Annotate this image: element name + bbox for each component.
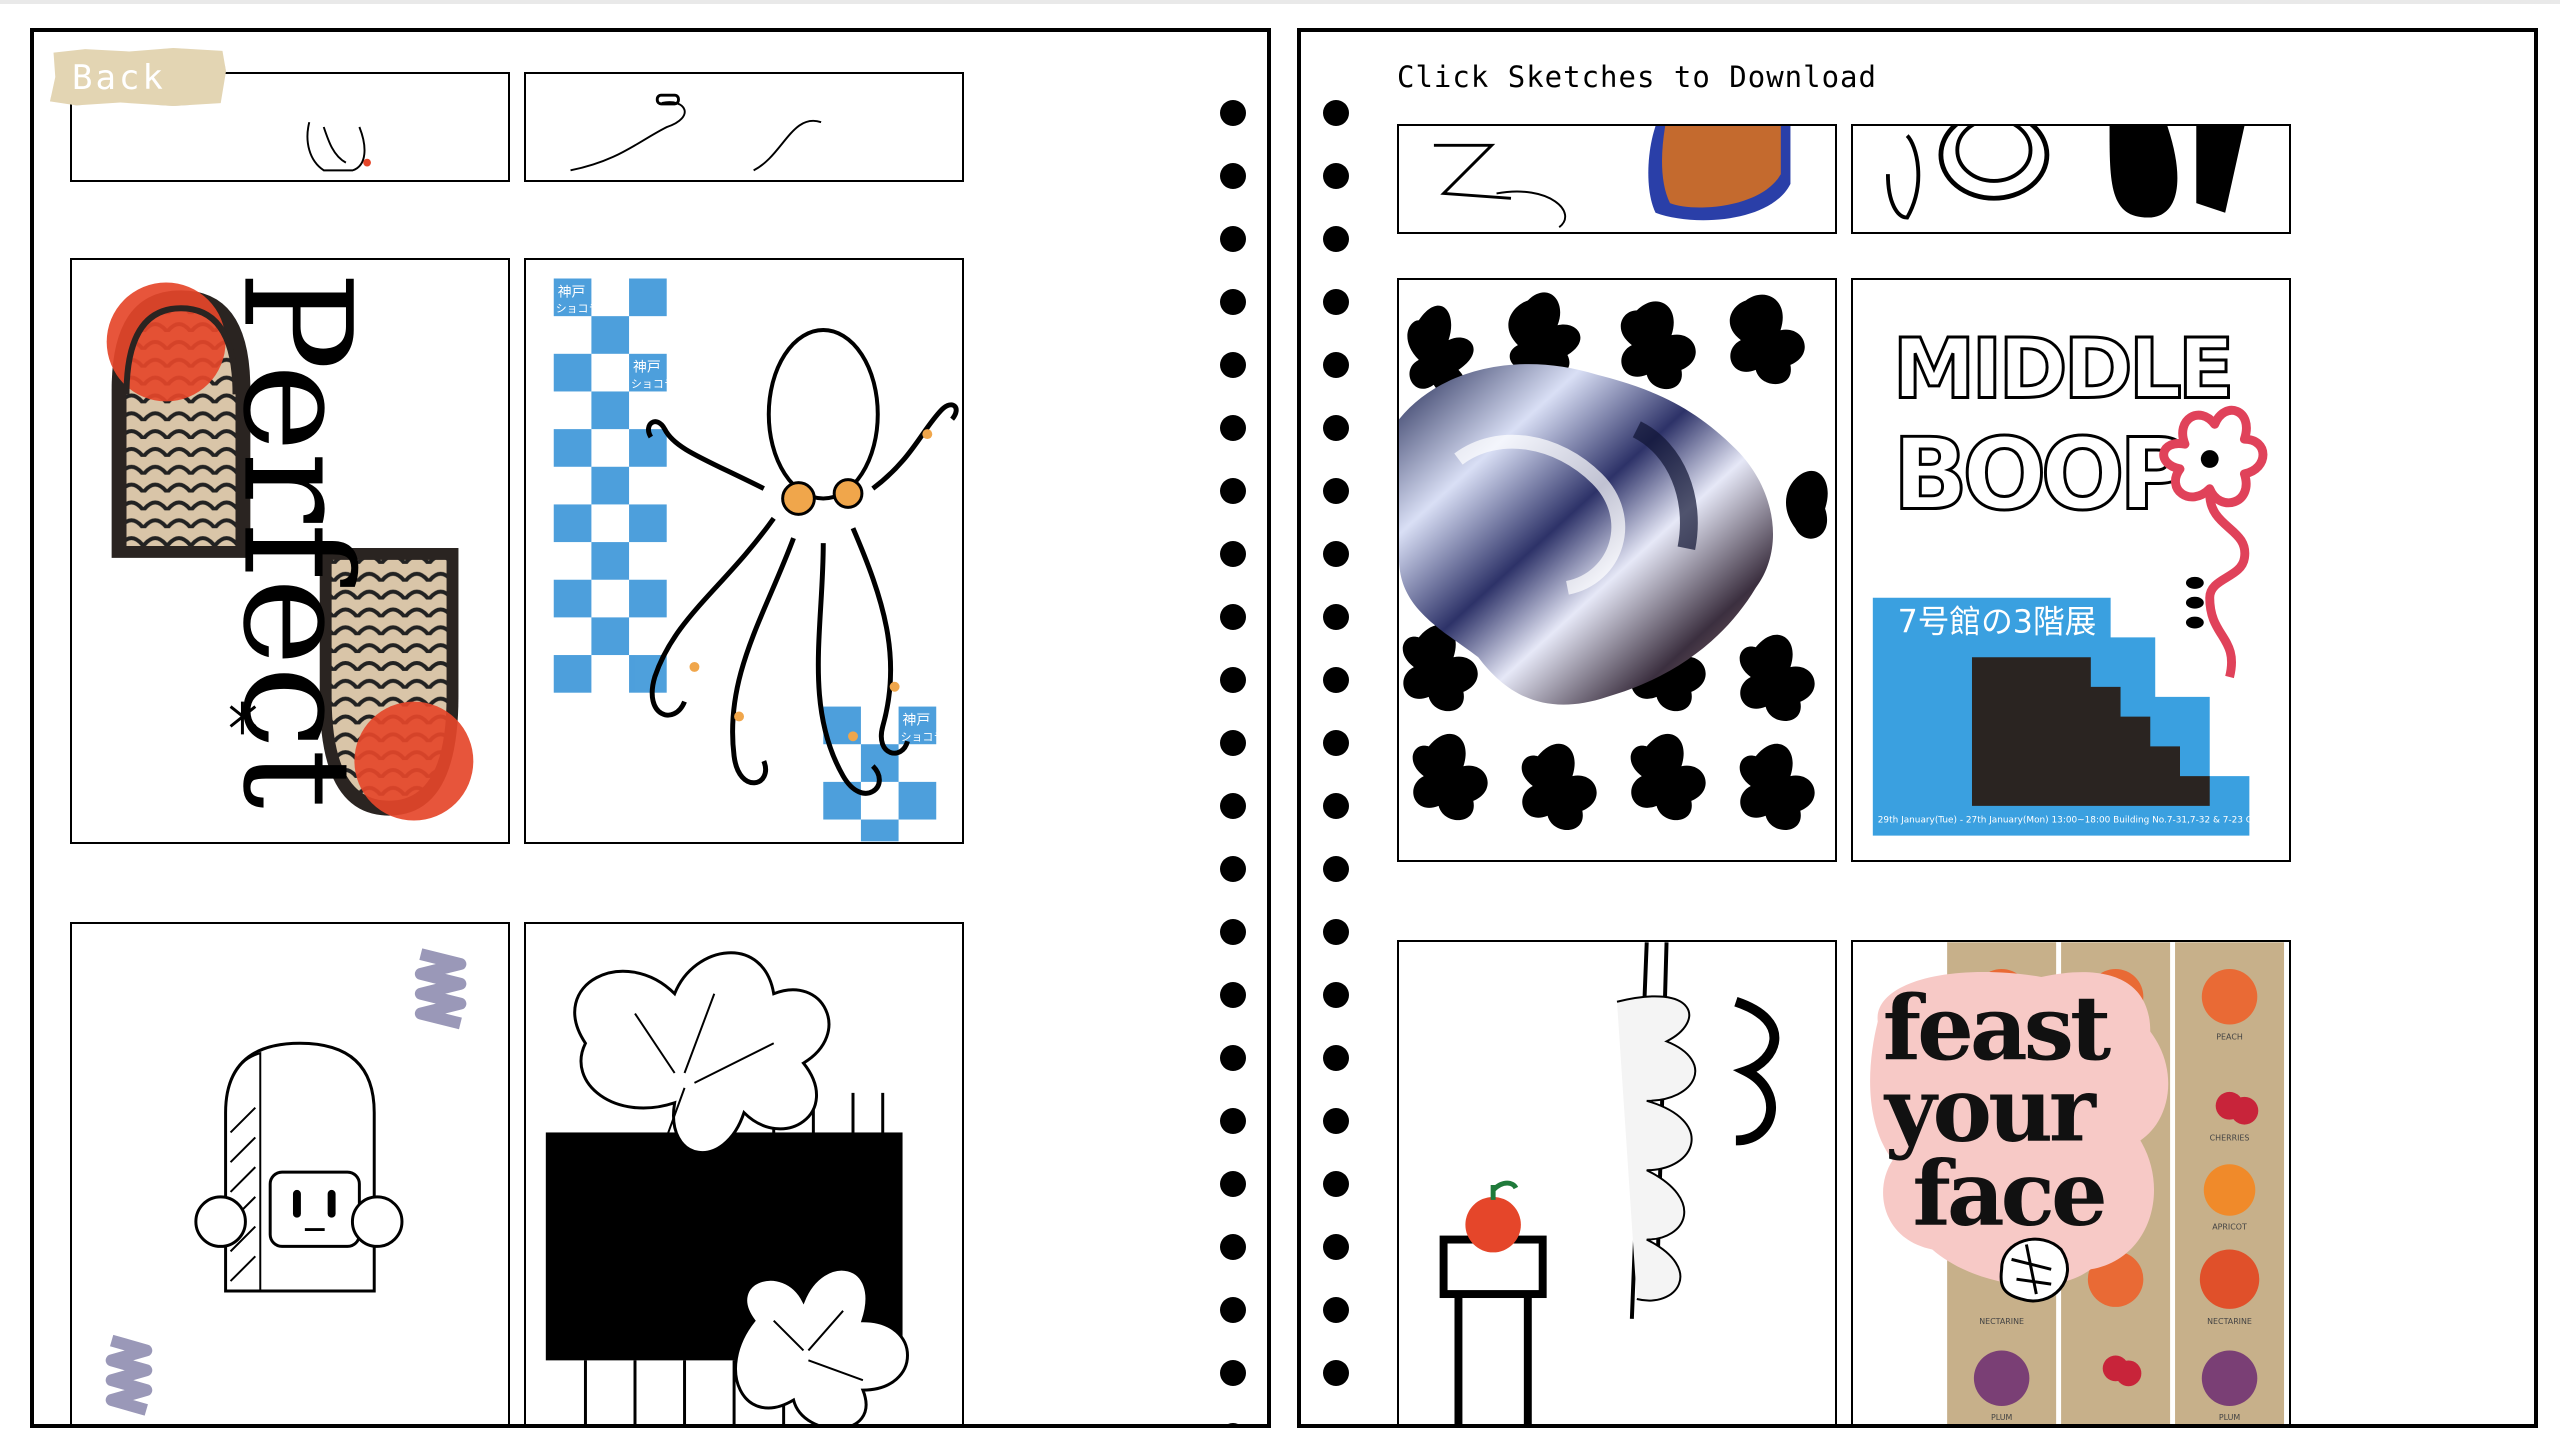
back-button-label: Back xyxy=(72,58,166,98)
svg-text:NECTARINE: NECTARINE xyxy=(2207,1317,2252,1326)
line-sketch-image xyxy=(570,93,822,172)
svg-text:CHERRIES: CHERRIES xyxy=(2210,1133,2250,1142)
sketch-card-helmet[interactable] xyxy=(70,922,510,1424)
binder-holes-left xyxy=(1220,100,1246,1424)
poster-footer-text: 29th January(Tue) - 27th January(Mon) 13… xyxy=(1878,816,2278,826)
sketch-card-liquid-metal[interactable] xyxy=(1397,278,1837,862)
apple-sketch-image xyxy=(1439,942,1780,1424)
top-divider xyxy=(0,0,2560,4)
sketch-card-shapes[interactable] xyxy=(1851,124,2291,234)
download-heading: Click Sketches to Download xyxy=(1397,60,1877,94)
lily-sketch-image xyxy=(545,951,909,1424)
svg-text:神戸: 神戸 xyxy=(633,360,661,376)
sketch-card-middle-boop[interactable]: MIDDLE BOOP 7号館の3階展 29th January(Tue) - … xyxy=(1851,278,2291,862)
right-notebook-page: Click Sketches to Download MIDDLE BOOP 7… xyxy=(1297,28,2538,1428)
sketch-card-perfect[interactable]: Perfect xyxy=(70,258,510,844)
svg-text:PEACH: PEACH xyxy=(2216,1032,2243,1041)
helmet-sketch-image xyxy=(105,948,467,1416)
face-text: face xyxy=(1912,1142,2104,1247)
svg-text:PLUM: PLUM xyxy=(1991,1413,2013,1422)
octopus-poster-image: 神戸 ショコラ 神戸 ショコラ 神戸 ショコラ xyxy=(553,278,959,842)
sketch-card-apple[interactable] xyxy=(1397,940,1837,1424)
liquid-metal-poster-image xyxy=(1399,292,1828,831)
shoe-sketch-image xyxy=(1433,126,1791,228)
svg-text:ショコラ: ショコラ xyxy=(631,378,675,391)
shapes-sketch-image xyxy=(1885,126,2245,220)
sketch-card-line[interactable] xyxy=(524,72,964,182)
svg-text:PLUM: PLUM xyxy=(2219,1413,2241,1422)
svg-text:神戸: 神戸 xyxy=(558,284,586,300)
sketch-card-octopus[interactable]: 神戸 ショコラ 神戸 ショコラ 神戸 ショコラ xyxy=(524,258,964,844)
sketch-card-feast-your-face[interactable]: PEACH CHERRIES APRICOT NECTARINE NECTARI… xyxy=(1851,940,2291,1424)
binder-holes-right xyxy=(1323,100,1349,1423)
feast-your-face-poster-image: PEACH CHERRIES APRICOT NECTARINE NECTARI… xyxy=(1870,942,2285,1424)
middle-boop-poster-image: MIDDLE BOOP 7号館の3階展 29th January(Tue) - … xyxy=(1872,319,2278,836)
svg-text:ショコラ: ショコラ xyxy=(556,302,600,315)
svg-text:APRICOT: APRICOT xyxy=(2212,1223,2247,1232)
boop-text: BOOP xyxy=(1893,418,2188,533)
perfect-poster-image: Perfect xyxy=(106,271,474,821)
floor-text: 7号館の3階展 xyxy=(1898,604,2097,640)
middle-text: MIDDLE xyxy=(1893,321,2231,418)
svg-text:神戸: 神戸 xyxy=(903,712,931,728)
back-button[interactable]: Back xyxy=(50,48,226,106)
sketch-card-shoe[interactable] xyxy=(1397,124,1837,234)
perfect-text: Perfect xyxy=(209,271,382,809)
svg-text:NECTARINE: NECTARINE xyxy=(1979,1317,2024,1326)
sketch-card-lily[interactable] xyxy=(524,922,964,1424)
left-notebook-page: Back Perfect 神戸 ショコラ 神戸 ショコラ 神戸 ショコラ xyxy=(30,28,1271,1428)
